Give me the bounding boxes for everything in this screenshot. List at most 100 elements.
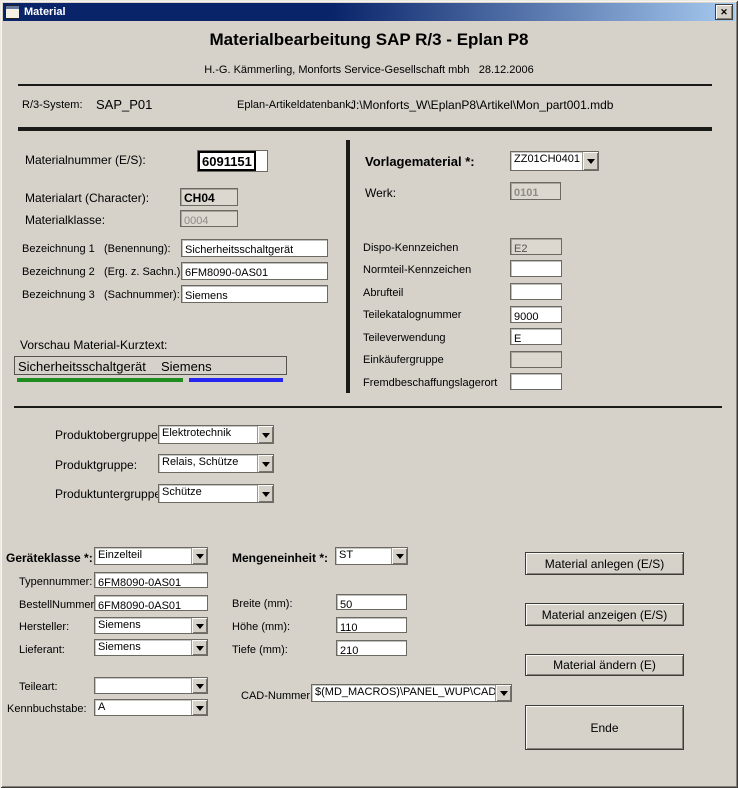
divider-info — [18, 127, 712, 131]
chevron-down-icon[interactable] — [257, 426, 273, 443]
teilekatalognummer-label: Teilekatalognummer — [363, 309, 461, 321]
teileverwendung-input[interactable] — [510, 328, 562, 345]
abrufteil-label: Abrufteil — [363, 287, 403, 299]
dispo-value — [511, 242, 561, 257]
bezeichnung3-label: Bezeichnung 3 (Sachnummer): — [22, 289, 180, 301]
teileart-dropdown[interactable] — [94, 677, 208, 694]
geraeteklasse-label: Geräteklasse *: — [6, 551, 93, 565]
materialklasse-field — [180, 210, 238, 227]
divider-middle — [14, 406, 722, 408]
cad-nummer-dropdown[interactable]: $(MD_MACROS)\PANEL_WUP\CAD_S — [311, 684, 512, 702]
bezeichnung1-input[interactable] — [181, 239, 328, 257]
einkaeufergruppe-label: Einkäufergruppe — [363, 354, 444, 366]
form-icon — [5, 5, 20, 19]
materialnummer-input[interactable]: 6091151 — [197, 150, 268, 172]
r3-system-value: SAP_P01 — [96, 97, 152, 112]
vorschau-label: Vorschau Material-Kurztext: — [20, 338, 167, 352]
breite-input[interactable] — [336, 594, 407, 610]
lieferant-label: Lieferant: — [19, 644, 65, 656]
chevron-down-icon[interactable] — [495, 685, 511, 701]
chevron-down-icon[interactable] — [391, 548, 407, 564]
vorschau-text2: Siemens — [161, 359, 212, 374]
divider-columns — [346, 140, 350, 393]
materialklasse-label: Materialklasse: — [25, 213, 105, 227]
chevron-down-icon[interactable] — [191, 548, 207, 564]
materialart-value — [181, 190, 237, 206]
window-title: Material — [24, 6, 66, 18]
chevron-down-icon[interactable] — [257, 485, 273, 502]
hersteller-dropdown[interactable]: Siemens — [94, 617, 208, 634]
bezeichnung2-input[interactable] — [181, 262, 328, 280]
r3-system-label: R/3-System: — [22, 99, 83, 111]
chevron-down-icon[interactable] — [191, 700, 207, 715]
materialnummer-value: 6091151 — [198, 151, 256, 171]
material-anlegen-button[interactable]: Material anlegen (E/S) — [525, 552, 684, 575]
produktobergruppe-dropdown[interactable]: Elektrotechnik — [158, 425, 274, 444]
material-aendern-button[interactable]: Material ändern (E) — [525, 654, 684, 676]
materialart-field — [180, 188, 238, 206]
mengeneinheit-label: Mengeneinheit *: — [232, 551, 328, 565]
tiefe-input[interactable] — [336, 640, 407, 656]
hersteller-label: Hersteller: — [19, 621, 69, 633]
werk-field — [510, 182, 561, 200]
page-subtitle: H.-G. Kämmerling, Monforts Service-Gesel… — [0, 64, 738, 76]
tiefe-label: Tiefe (mm): — [232, 644, 288, 656]
einkaeufergruppe-field — [510, 351, 562, 368]
abrufteil-input[interactable] — [510, 283, 562, 300]
eplan-db-label: Eplan-Artikeldatenbank: — [237, 99, 354, 111]
ende-button[interactable]: Ende — [525, 705, 684, 750]
dispo-label: Dispo-Kennzeichen — [363, 242, 458, 254]
chevron-down-icon[interactable] — [257, 455, 273, 472]
hoehe-label: Höhe (mm): — [232, 621, 290, 633]
chevron-down-icon[interactable] — [191, 640, 207, 655]
material-anzeigen-button[interactable]: Material anzeigen (E/S) — [525, 603, 684, 626]
materialklasse-value — [181, 214, 237, 229]
chevron-down-icon[interactable] — [191, 618, 207, 633]
cad-nummer-label: CAD-Nummer: — [241, 690, 313, 702]
chevron-down-icon[interactable] — [582, 152, 598, 170]
divider-header — [18, 84, 712, 86]
fremdbeschaffungslagerort-input[interactable] — [510, 373, 562, 390]
bestellnummer-input[interactable] — [94, 595, 208, 611]
breite-label: Breite (mm): — [232, 598, 293, 610]
produktgruppe-label: Produktgruppe: — [55, 458, 137, 472]
bezeichnung1-label: Bezeichnung 1 (Benennung): — [22, 243, 171, 255]
bezeichnung3-input[interactable] — [181, 285, 328, 303]
mengeneinheit-dropdown[interactable]: ST — [335, 547, 408, 565]
produktuntergruppe-dropdown[interactable]: Schütze — [158, 484, 274, 503]
vorlagematerial-label: Vorlagematerial *: — [365, 154, 475, 169]
bezeichnung2-label: Bezeichnung 2 (Erg. z. Sachn.): — [22, 266, 183, 278]
close-button[interactable]: ✕ — [715, 4, 733, 20]
werk-value — [511, 185, 560, 201]
kennbuchstabe-dropdown[interactable]: A — [94, 699, 208, 716]
chevron-down-icon[interactable] — [191, 678, 207, 693]
fremdbeschaffungslagerort-label: Fremdbeschaffungslagerort — [363, 377, 497, 389]
hoehe-input[interactable] — [336, 617, 407, 633]
typennummer-label: Typennummer: — [19, 576, 92, 588]
normteil-input[interactable] — [510, 260, 562, 277]
vorschau-underline-blue — [189, 378, 283, 382]
normteil-label: Normteil-Kennzeichen — [363, 264, 471, 276]
produktobergruppe-label: Produktobergruppe: — [55, 428, 161, 442]
typennummer-input[interactable] — [94, 572, 208, 588]
material-window: Material ✕ Materialbearbeitung SAP R/3 -… — [0, 0, 738, 788]
titlebar: Material ✕ — [3, 3, 735, 21]
vorschau-text1: Sicherheitsschaltgerät — [18, 359, 146, 374]
teilekatalognummer-input[interactable] — [510, 306, 562, 323]
materialnummer-label: Materialnummer (E/S): — [25, 153, 146, 167]
eplan-db-value: J:\Monforts_W\EplanP8\Artikel\Mon_part00… — [350, 98, 613, 112]
produktuntergruppe-label: Produktuntergruppe: — [55, 487, 164, 501]
vorschau-underline-green — [17, 378, 183, 382]
vorlagematerial-dropdown[interactable]: ZZ01CH0401 — [510, 151, 599, 171]
teileart-label: Teileart: — [19, 681, 58, 693]
lieferant-dropdown[interactable]: Siemens — [94, 639, 208, 656]
produktgruppe-dropdown[interactable]: Relais, Schütze — [158, 454, 274, 473]
dispo-field — [510, 238, 562, 255]
page-title: Materialbearbeitung SAP R/3 - Eplan P8 — [0, 30, 738, 50]
teileverwendung-label: Teileverwendung — [363, 332, 446, 344]
vorschau-box: Sicherheitsschaltgerät Siemens — [14, 356, 287, 375]
bestellnummer-label: BestellNummer: — [19, 599, 97, 611]
werk-label: Werk: — [365, 186, 396, 200]
geraeteklasse-dropdown[interactable]: Einzelteil — [94, 547, 208, 565]
kennbuchstabe-label: Kennbuchstabe: — [7, 703, 87, 715]
